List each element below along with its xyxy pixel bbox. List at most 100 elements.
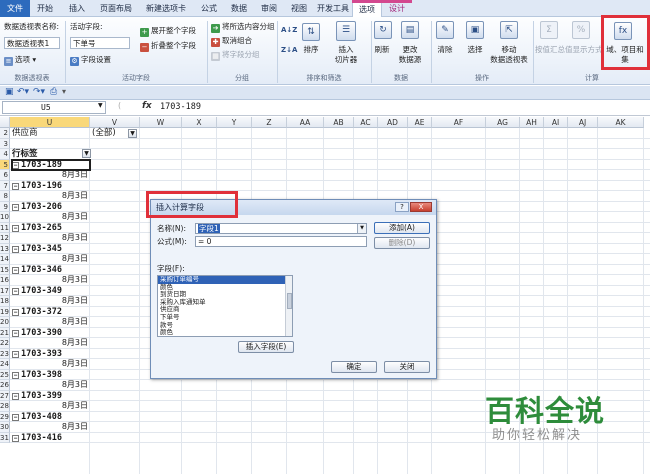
refresh-icon[interactable]: ↻	[374, 21, 392, 39]
pivot-sub-item[interactable]: 8月3日	[12, 233, 90, 244]
supplier-filter-button[interactable]: ▼	[128, 128, 137, 138]
group-field-button[interactable]: ▦ 将字段分组	[211, 50, 260, 61]
row-header[interactable]: 13	[0, 243, 10, 254]
pivot-row-item[interactable]: −1703-265	[12, 223, 90, 234]
row-header[interactable]: 30	[0, 422, 10, 433]
column-header[interactable]: AA	[287, 117, 324, 128]
pivot-row-item[interactable]: −1703-349	[12, 286, 90, 297]
row-header[interactable]: 2	[0, 128, 10, 139]
row-header[interactable]: 11	[0, 222, 10, 233]
pivot-row-item[interactable]: −1703-189	[11, 158, 91, 171]
column-header[interactable]: AF	[432, 117, 486, 128]
row-header[interactable]: 21	[0, 327, 10, 338]
tab-11[interactable]: 设计	[382, 2, 412, 17]
column-header[interactable]: X	[182, 117, 217, 128]
sort-asc-button[interactable]: A↓Z	[281, 25, 297, 35]
pivot-row-item[interactable]: −1703-408	[12, 412, 90, 423]
sort-button[interactable]: 排序	[297, 45, 325, 55]
insert-field-button[interactable]: 插入字段(E)	[238, 341, 294, 353]
formula-field[interactable]: = 0	[195, 236, 367, 247]
pivot-name-input[interactable]: 数据透视表1	[4, 37, 60, 49]
collapse-toggle-icon[interactable]: −	[12, 392, 19, 400]
show-values-icon[interactable]: %	[572, 21, 590, 39]
tab-9[interactable]: 开发工具	[314, 2, 352, 17]
tab-5[interactable]: 公式	[194, 2, 224, 17]
tab-0[interactable]: 文件	[0, 0, 30, 17]
tab-4[interactable]: 新建选项卡	[138, 2, 194, 17]
sort-desc-button[interactable]: Z↓A	[281, 45, 297, 55]
row-header[interactable]: 29	[0, 411, 10, 422]
pivot-row-item[interactable]: −1703-346	[12, 265, 90, 276]
column-header[interactable]: AI	[544, 117, 568, 128]
move-button-line2[interactable]: 数据透视表	[484, 55, 534, 65]
column-header[interactable]: AC	[354, 117, 378, 128]
pivot-sub-item[interactable]: 8月3日	[12, 338, 90, 349]
column-header[interactable]: V	[90, 117, 140, 128]
collapse-toggle-icon[interactable]: −	[12, 434, 19, 442]
print-preview-icon[interactable]: ⎙	[50, 87, 57, 97]
select-all-corner[interactable]	[0, 117, 10, 128]
row-header[interactable]: 12	[0, 233, 10, 244]
chevron-down-icon[interactable]: ▼	[357, 224, 366, 233]
field-settings-button[interactable]: ⚙ 字段设置	[70, 55, 111, 66]
pivot-sub-item[interactable]: 8月3日	[12, 422, 90, 433]
insert-slicer-button[interactable]: 插入	[326, 45, 366, 55]
scrollbar-thumb[interactable]	[287, 293, 292, 309]
sort-icon[interactable]: ⇅	[302, 23, 320, 41]
name-box-dropdown-icon[interactable]: ▼	[98, 102, 103, 109]
save-icon[interactable]: ▣	[5, 87, 14, 97]
delete-button[interactable]: 删除(D)	[374, 237, 430, 249]
insert-slicer-button-line2[interactable]: 切片器	[326, 55, 366, 65]
fields-scrollbar[interactable]	[285, 276, 292, 336]
row-header[interactable]: 31	[0, 432, 10, 443]
row-header[interactable]: 3	[0, 138, 10, 149]
column-header[interactable]: AB	[324, 117, 354, 128]
row-label-filter-button[interactable]: ▼	[82, 149, 91, 158]
pivot-options-button[interactable]: ≡ 选项 ▾	[4, 55, 36, 66]
pivot-sub-item[interactable]: 8月3日	[12, 254, 90, 265]
collapse-field-button[interactable]: − 折叠整个字段	[140, 41, 196, 52]
name-field[interactable]: 字段1 ▼	[195, 223, 367, 234]
fields-listbox[interactable]: 采购订单编号 颜色 到货日期 采购入库通知单 供应商 下单号 款号 颜色	[157, 275, 293, 337]
column-header[interactable]: Y	[217, 117, 252, 128]
move-button[interactable]: 移动	[486, 45, 532, 55]
tab-6[interactable]: 数据	[224, 2, 254, 17]
name-box[interactable]: U5	[2, 101, 106, 114]
help-button[interactable]: ?	[395, 202, 409, 212]
column-header[interactable]: AK	[598, 117, 644, 128]
row-header[interactable]: 25	[0, 369, 10, 380]
row-header[interactable]: 15	[0, 264, 10, 275]
pivot-row-item[interactable]: −1703-416	[12, 433, 90, 444]
pivot-row-item[interactable]: −1703-399	[12, 391, 90, 402]
close-dialog-button[interactable]: X	[410, 202, 432, 212]
tab-7[interactable]: 审阅	[254, 2, 284, 17]
column-header[interactable]: AH	[520, 117, 544, 128]
pivot-sub-item[interactable]: 8月3日	[12, 212, 90, 223]
column-header[interactable]: AD	[378, 117, 408, 128]
move-icon[interactable]: ⇱	[500, 21, 518, 39]
ok-button[interactable]: 确定	[331, 361, 377, 373]
change-source-button-line2[interactable]: 数据源	[392, 55, 428, 65]
column-header[interactable]: Z	[252, 117, 287, 128]
row-header[interactable]: 26	[0, 380, 10, 391]
slicer-icon[interactable]: ☰	[336, 21, 356, 41]
clear-icon[interactable]: ✎	[436, 21, 454, 39]
row-header[interactable]: 5	[0, 159, 10, 170]
row-header[interactable]: 4	[0, 149, 10, 160]
change-source-button[interactable]: 更改	[392, 45, 428, 55]
row-header[interactable]: 16	[0, 275, 10, 286]
pivot-row-item[interactable]: −1703-393	[12, 349, 90, 360]
column-header[interactable]: W	[140, 117, 182, 128]
collapse-toggle-icon[interactable]: −	[12, 266, 19, 274]
collapse-toggle-icon[interactable]: −	[12, 308, 19, 316]
collapse-toggle-icon[interactable]: −	[12, 371, 19, 379]
collapse-toggle-icon[interactable]: −	[12, 287, 19, 295]
fx-icon[interactable]: fx	[142, 101, 152, 111]
row-header[interactable]: 20	[0, 317, 10, 328]
field-list-item[interactable]: 下单号	[158, 313, 292, 322]
show-values-button[interactable]: 值显示方式	[565, 45, 603, 55]
close-button[interactable]: 关闭	[384, 361, 430, 373]
cell[interactable]	[12, 139, 90, 150]
pivot-row-item[interactable]: −1703-398	[12, 370, 90, 381]
redo-icon[interactable]: ↷▾	[33, 87, 45, 97]
